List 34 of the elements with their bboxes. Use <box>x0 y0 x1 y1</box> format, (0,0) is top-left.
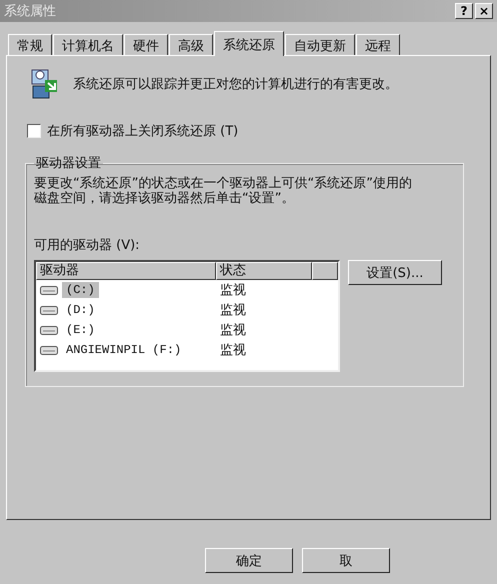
status-cell-text: 监视 <box>219 302 246 319</box>
drive-name[interactable]: (E:) <box>62 322 99 338</box>
dialog-button[interactable]: 取 <box>302 548 390 573</box>
tab[interactable]: 高级 <box>169 34 213 55</box>
help-button[interactable]: ? <box>455 3 473 19</box>
close-button[interactable]: × <box>475 3 493 19</box>
drive-icon <box>40 346 58 354</box>
description-text: 系统还原可以跟踪并更正对您的计算机进行的有害更改。 <box>73 76 398 93</box>
tab[interactable]: 硬件 <box>124 34 168 55</box>
drive-name[interactable]: (D:) <box>62 302 99 318</box>
column-header[interactable]: 状态 <box>216 262 312 280</box>
settings-button[interactable]: 设置(S)... <box>348 260 442 285</box>
drive-name[interactable]: (C:) <box>62 282 99 298</box>
drive-icon <box>40 326 58 334</box>
drive-icon <box>40 306 58 314</box>
dialog-button[interactable]: 确定 <box>205 548 293 573</box>
drive-icon <box>40 286 58 294</box>
status-cell-text: 监视 <box>219 282 246 299</box>
status-cell-text: 监视 <box>219 322 246 339</box>
group-title: 驱动器设置 <box>35 155 102 172</box>
tab[interactable]: 自动更新 <box>285 34 355 55</box>
tab[interactable]: 常规 <box>8 34 52 55</box>
tab[interactable]: 计算机名 <box>53 34 123 55</box>
checkbox-label: 在所有驱动器上关闭系统还原 (T) <box>47 123 238 140</box>
tab[interactable]: 远程 <box>356 34 400 55</box>
instruction-text: 要更改“系统还原”的状态或在一个驱动器上可供“系统还原”使用的磁盘空间，请选择该驱动器然后单击“设置”。 <box>34 176 413 206</box>
list-label: 可用的驱动器 (V): <box>34 237 141 254</box>
column-header[interactable] <box>312 262 338 280</box>
drive-name[interactable]: ANGIEWINPIL (F:) <box>62 342 186 358</box>
status-cell-text: 监视 <box>219 342 246 359</box>
column-header[interactable]: 驱动器 <box>36 262 216 280</box>
checkbox[interactable] <box>27 124 41 138</box>
tab[interactable]: 系统还原 <box>214 31 284 56</box>
window-title: 系统属性 <box>4 3 56 20</box>
